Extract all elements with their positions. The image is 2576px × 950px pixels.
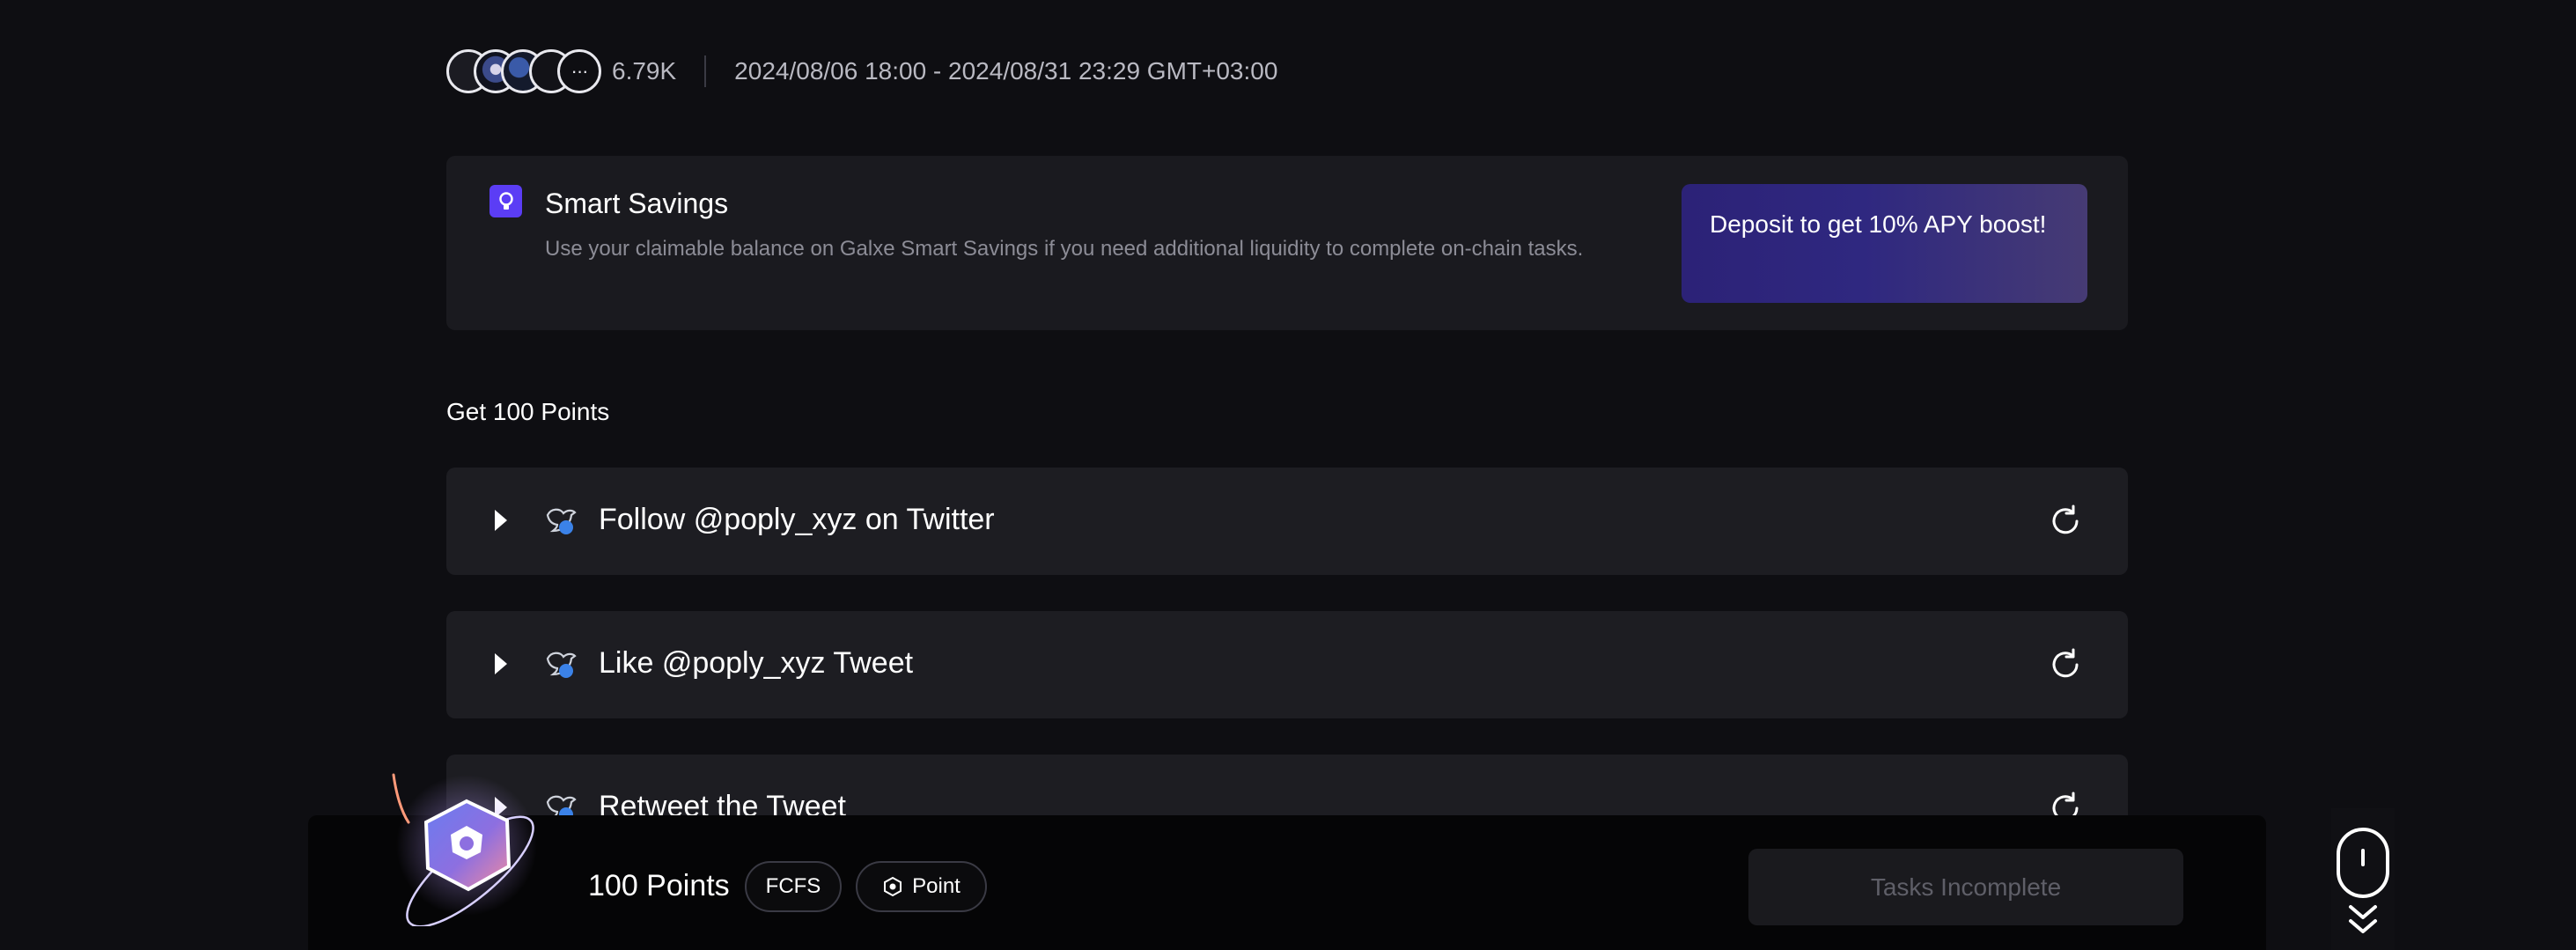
deposit-boost-button[interactable]: Deposit to get 10% APY boost! — [1682, 184, 2087, 303]
expand-caret-icon[interactable] — [495, 510, 507, 531]
campaign-date-range: 2024/08/06 18:00 - 2024/08/31 23:29 GMT+… — [734, 57, 1278, 85]
smart-savings-title: Smart Savings — [545, 188, 729, 219]
divider — [704, 55, 707, 87]
mouse-scroll-icon — [2337, 828, 2389, 933]
reward-points: 100 Points — [588, 869, 730, 902]
scroll-hint[interactable] — [2331, 808, 2395, 950]
twitter-bird-icon — [546, 508, 577, 534]
task-label: Like @poply_xyz Tweet — [599, 646, 914, 680]
participant-avatars[interactable]: ··· — [446, 49, 601, 93]
tasks-incomplete-button[interactable]: Tasks Incomplete — [1748, 849, 2183, 925]
expand-caret-icon[interactable] — [495, 653, 507, 674]
point-type-badge[interactable]: Point — [856, 861, 987, 912]
twitter-bird-icon — [546, 652, 577, 678]
task-follow-twitter[interactable]: Follow @poply_xyz on Twitter — [446, 468, 2128, 575]
points-badge-icon — [392, 773, 537, 926]
point-label: Point — [912, 874, 960, 898]
hexagon-point-icon — [884, 876, 902, 897]
fcfs-label: FCFS — [765, 874, 821, 898]
section-title: Get 100 Points — [446, 398, 610, 425]
task-like-tweet[interactable]: Like @poply_xyz Tweet — [446, 611, 2128, 718]
campaign-meta-row: ··· 6.79K 2024/08/06 18:00 - 2024/08/31 … — [446, 49, 1277, 93]
more-avatars-icon[interactable]: ··· — [557, 49, 601, 93]
participant-count: 6.79K — [612, 57, 677, 85]
smart-savings-card: Smart Savings Use your claimable balance… — [446, 156, 2128, 330]
lightbulb-icon — [489, 185, 522, 217]
fcfs-badge[interactable]: FCFS — [745, 861, 842, 912]
task-label: Follow @poply_xyz on Twitter — [599, 503, 995, 536]
refresh-icon[interactable] — [2049, 504, 2082, 538]
refresh-icon[interactable] — [2049, 648, 2082, 681]
smart-savings-description: Use your claimable balance on Galxe Smar… — [545, 237, 1584, 261]
